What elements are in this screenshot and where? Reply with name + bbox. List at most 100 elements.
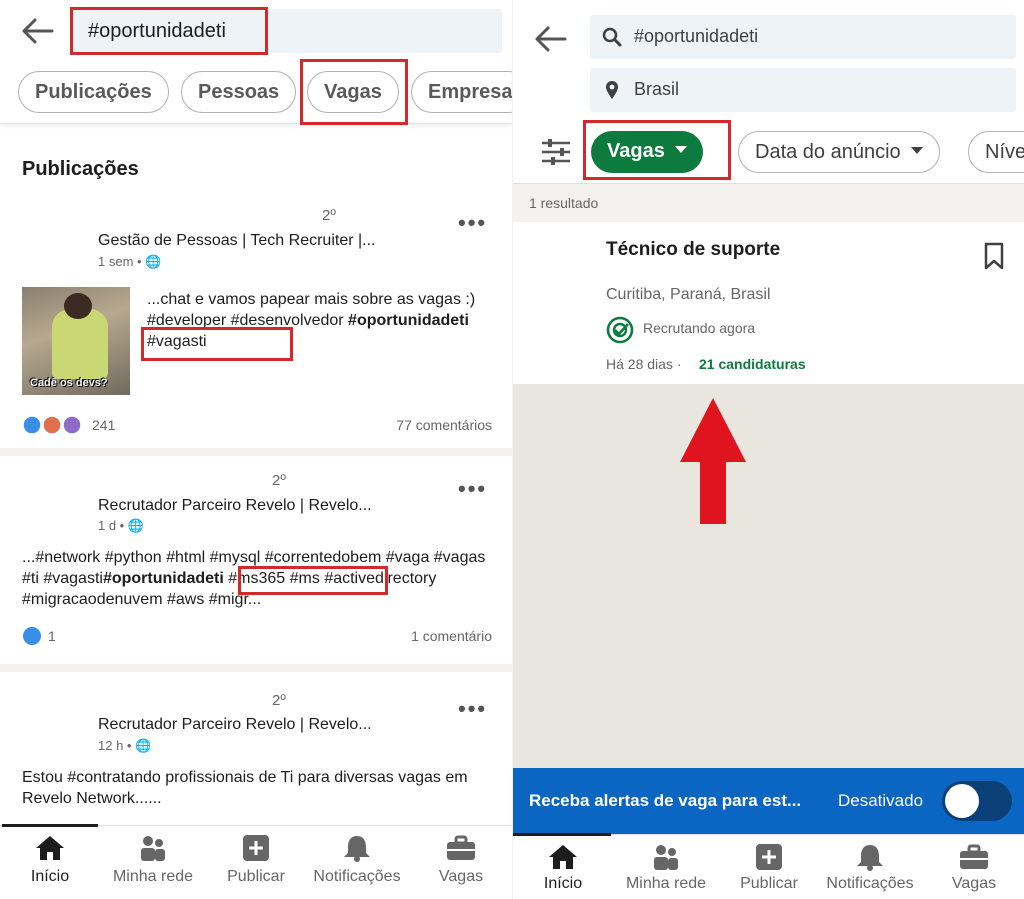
post-meta: 1 sem • 🌐: [98, 254, 161, 270]
caret-down-icon: [910, 147, 923, 155]
nav-label: Notificações: [313, 868, 401, 885]
reaction-icons: [22, 415, 82, 435]
comments-count[interactable]: 1 comentário: [411, 628, 492, 644]
location-input[interactable]: Brasil: [590, 68, 1016, 112]
network-icon: [141, 836, 165, 861]
highlight-box: [300, 59, 408, 125]
post-author[interactable]: Gestão de Pessoas | Tech Recruiter |...: [98, 232, 375, 250]
highlight-box: [70, 7, 268, 55]
plus-icon: [243, 835, 269, 861]
results-count: 1 resultado: [529, 195, 599, 211]
nav-vagas[interactable]: Vagas: [924, 835, 1024, 899]
highlight-box: [583, 120, 731, 180]
alert-toggle[interactable]: [942, 781, 1012, 821]
divider: [0, 664, 512, 672]
nav-label: Minha rede: [625, 875, 707, 892]
job-location: Curitiba, Paraná, Brasil: [606, 286, 771, 303]
bookmark-icon[interactable]: [983, 242, 1005, 270]
location-pin-icon: [606, 81, 618, 99]
image-caption: Cadê os devs?: [30, 377, 108, 389]
more-options-icon[interactable]: •••: [458, 478, 487, 500]
nav-minha-rede[interactable]: Minha rede: [616, 835, 716, 899]
nav-notificacoes[interactable]: Notificações: [307, 826, 407, 899]
chip-empresas[interactable]: Empresa: [411, 71, 512, 113]
nav-notificacoes[interactable]: Notificações: [820, 835, 920, 899]
filter-chips: Publicações Pessoas Vagas Empresa: [0, 59, 512, 125]
nav-inicio[interactable]: Início: [513, 835, 613, 899]
globe-icon: 🌐: [135, 738, 152, 753]
search-query: #oportunidadeti: [634, 26, 759, 46]
post-time: 12 h •: [98, 738, 132, 753]
comments-count[interactable]: 77 comentários: [396, 417, 492, 433]
more-options-icon[interactable]: •••: [458, 212, 487, 234]
posted-text: Há 28 dias: [606, 356, 673, 372]
post-image[interactable]: Cadê os devs?: [22, 287, 130, 395]
nav-inicio[interactable]: Início: [0, 826, 100, 899]
globe-icon: 🌐: [145, 254, 162, 269]
reactions-row[interactable]: 1 1 comentário: [22, 625, 492, 647]
filter-label: Níve: [985, 141, 1024, 163]
hashtag-oportunidadeti[interactable]: #oportunidadeti: [103, 570, 224, 587]
recruiting-status: Recrutando agora: [643, 320, 756, 336]
post-time: 1 sem •: [98, 254, 142, 269]
right-screen: #oportunidadeti Brasil Vagas Data do anú…: [512, 0, 1024, 899]
post-meta: 12 h • 🌐: [98, 738, 151, 754]
filter-data-anuncio[interactable]: Data do anúncio: [738, 131, 940, 173]
nav-label: Vagas: [951, 875, 997, 892]
search-icon: [602, 27, 622, 47]
briefcase-icon: [447, 835, 475, 860]
toggle-knob: [945, 784, 979, 818]
search-header: #oportunidadeti Brasil: [513, 0, 1024, 122]
job-alert-bar: Receba alertas de vaga para est... Desat…: [513, 768, 1024, 834]
filter-label: Data do anúncio: [755, 141, 901, 163]
back-arrow-icon[interactable]: [533, 22, 569, 56]
bottom-nav: Início Minha rede Publicar Notificações …: [513, 833, 1024, 899]
nav-minha-rede[interactable]: Minha rede: [103, 826, 203, 899]
connection-degree: 2º: [322, 207, 336, 224]
home-icon: [36, 836, 64, 860]
connection-degree: 2º: [272, 692, 286, 709]
nav-publicar[interactable]: Publicar: [719, 835, 819, 899]
bell-icon: [857, 845, 883, 871]
job-title[interactable]: Técnico de suporte: [606, 239, 780, 261]
bottom-nav: Início Minha rede Publicar Notificações …: [0, 824, 512, 899]
filter-bar: Vagas Data do anúncio Níve: [513, 120, 1024, 184]
network-icon: [654, 845, 678, 870]
hashtag-oportunidadeti[interactable]: #oportunidadeti: [348, 312, 469, 329]
post-meta: 1 d • 🌐: [98, 518, 144, 534]
post-text[interactable]: Estou #contratando profissionais de Ti p…: [22, 767, 492, 809]
post-time: 1 d •: [98, 518, 125, 533]
location-value: Brasil: [634, 79, 680, 99]
bell-icon: [344, 836, 370, 862]
more-options-icon[interactable]: •••: [458, 698, 487, 720]
nav-label: Minha rede: [112, 868, 194, 885]
briefcase-icon: [960, 844, 988, 869]
posted-time: Há 28 dias ·: [606, 356, 682, 372]
chip-pessoas[interactable]: Pessoas: [181, 71, 297, 113]
search-header: #oportunidadeti: [0, 0, 512, 62]
left-screen: #oportunidadeti Publicações Pessoas Vaga…: [0, 0, 512, 899]
red-arrow-annotation: [680, 398, 746, 524]
highlight-box: [141, 327, 293, 361]
home-icon: [549, 845, 577, 869]
job-card[interactable]: Técnico de suporte Curitiba, Paraná, Bra…: [513, 222, 1024, 384]
post-author[interactable]: Recrutador Parceiro Revelo | Revelo...: [98, 716, 372, 734]
nav-publicar[interactable]: Publicar: [206, 826, 306, 899]
results-bar: 1 resultado: [513, 184, 1024, 222]
connection-degree: 2º: [272, 472, 286, 489]
nav-label: Vagas: [438, 868, 484, 885]
nav-label: Notificações: [826, 875, 914, 892]
keyword-search-input[interactable]: #oportunidadeti: [590, 15, 1016, 59]
plus-icon: [756, 844, 782, 870]
post-author[interactable]: Recrutador Parceiro Revelo | Revelo...: [98, 497, 372, 515]
filter-nivel[interactable]: Níve: [968, 131, 1024, 173]
recruiting-icon: [606, 316, 634, 344]
back-arrow-icon[interactable]: [20, 14, 56, 48]
globe-icon: 🌐: [127, 518, 145, 533]
filter-sliders-icon[interactable]: [541, 138, 571, 166]
nav-vagas[interactable]: Vagas: [411, 826, 511, 899]
reactions-row[interactable]: 241 77 comentários: [22, 414, 492, 436]
divider: [0, 448, 512, 456]
reaction-count: 1: [48, 628, 56, 644]
chip-publicacoes[interactable]: Publicações: [18, 71, 169, 113]
